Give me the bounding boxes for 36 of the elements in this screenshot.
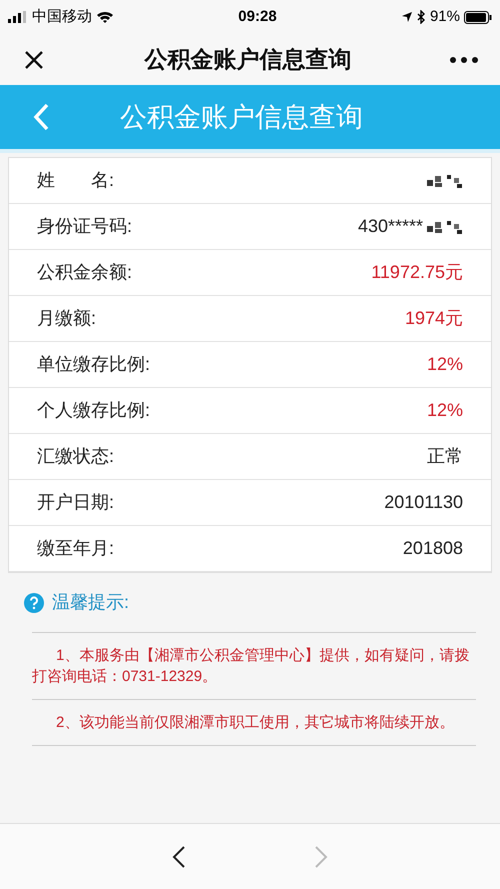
field-value: 12%: [426, 399, 463, 422]
chevron-left-icon: [32, 102, 50, 132]
field-label: 单位缴存比例:: [37, 353, 150, 376]
location-icon: [400, 11, 413, 23]
nav-title: 公积金账户信息查询: [144, 45, 352, 74]
page-title: 公积金账户信息查询: [120, 100, 363, 134]
field-label: 公积金余额:: [37, 261, 132, 284]
field-label: 个人缴存比例:: [37, 399, 150, 422]
field-label: 开户日期:: [37, 491, 114, 514]
battery-icon: [464, 10, 492, 24]
field-value: 11972.75元: [371, 261, 463, 284]
field-value: 1974元: [404, 307, 463, 330]
tip-text: 1、本服务由【湘潭市公积金管理中心】提供，如有疑问，请拨打咨询电话：0731-12329。: [32, 646, 470, 687]
more-icon: [450, 56, 478, 62]
clock-time: 09:28: [238, 6, 277, 27]
chevron-right-icon: [314, 844, 328, 868]
wifi-icon: [96, 10, 114, 24]
field-value: 20101130: [384, 491, 463, 514]
help-icon: [24, 592, 44, 612]
field-value: 201808: [402, 537, 463, 560]
chevron-left-icon: [172, 844, 186, 868]
field-value: 12%: [426, 353, 463, 376]
tip-text: 2、该功能当前仅限湘潭市职工使用，其它城市将陆续开放。: [55, 713, 456, 733]
field-label: 身份证号码:: [37, 215, 132, 238]
field-label: 姓 名:: [37, 169, 114, 192]
field-value: 正常: [427, 445, 463, 468]
field-label: 汇缴状态:: [37, 445, 114, 468]
battery-percent: 91%: [430, 6, 460, 27]
close-icon: [23, 48, 45, 70]
field-label: 缴至年月:: [37, 537, 114, 560]
signal-icon: [8, 11, 28, 23]
carrier-name: 中国移动: [32, 6, 92, 27]
field-value: 430*****: [358, 215, 423, 238]
tips-title: 温馨提示:: [52, 591, 130, 614]
bluetooth-icon: [416, 10, 426, 24]
field-label: 月缴额:: [37, 307, 96, 330]
